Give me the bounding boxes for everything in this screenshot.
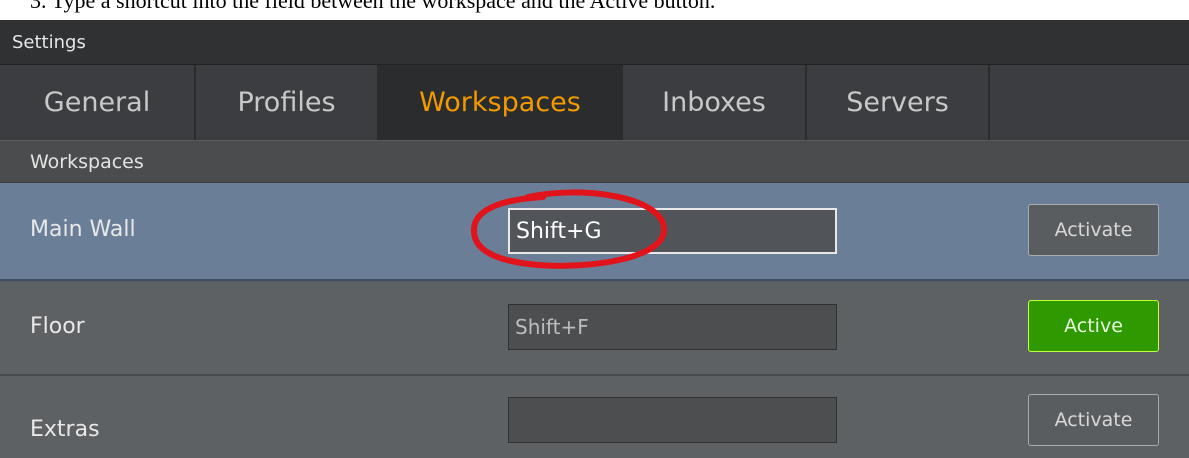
section-title: Workspaces — [30, 151, 144, 173]
shortcut-input[interactable] — [508, 304, 837, 350]
workspace-name: Floor — [30, 314, 85, 339]
tab-general[interactable]: General — [0, 65, 196, 140]
tab-bar-filler — [990, 65, 1189, 140]
shortcut-input[interactable] — [508, 397, 837, 443]
window-title: Settings — [12, 32, 86, 53]
tab-servers[interactable]: Servers — [807, 65, 990, 140]
activate-button[interactable]: Activate — [1028, 394, 1159, 446]
section-header: Workspaces — [0, 140, 1189, 183]
active-button[interactable]: Active — [1028, 300, 1159, 352]
workspace-name: Main Wall — [30, 217, 136, 242]
shortcut-input[interactable] — [508, 208, 837, 254]
workspace-row-extras[interactable]: Extras Activate — [0, 376, 1189, 458]
workspace-name: Extras — [30, 417, 100, 442]
settings-window: Settings General Profiles Workspaces Inb… — [0, 20, 1189, 458]
instruction-text: 3. Type a shortcut into the field betwee… — [0, 0, 1189, 20]
workspace-row-floor[interactable]: Floor Active — [0, 281, 1189, 376]
tab-profiles[interactable]: Profiles — [196, 65, 379, 140]
tab-bar: General Profiles Workspaces Inboxes Serv… — [0, 65, 1189, 140]
tab-inboxes[interactable]: Inboxes — [623, 65, 807, 140]
tab-workspaces[interactable]: Workspaces — [379, 65, 623, 140]
activate-button[interactable]: Activate — [1028, 204, 1159, 256]
workspace-row-main-wall[interactable]: Main Wall Activate — [0, 183, 1189, 281]
instruction-label: 3. Type a shortcut into the field betwee… — [30, 0, 716, 13]
title-bar: Settings — [0, 20, 1189, 65]
